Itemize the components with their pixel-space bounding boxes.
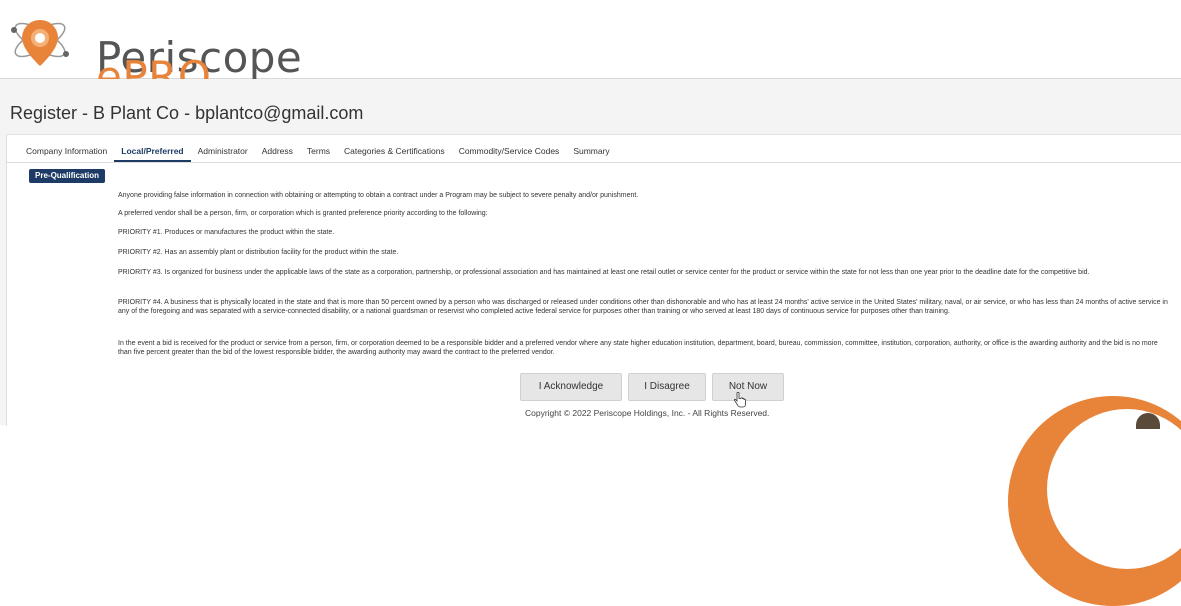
acknowledge-button[interactable]: I Acknowledge <box>520 373 622 401</box>
paragraph-priority-4: PRIORITY #4. A business that is physical… <box>118 299 1168 315</box>
tab-divider <box>7 162 1181 163</box>
tab-local-preferred[interactable]: Local/Preferred <box>114 143 191 162</box>
tab-commodity-service-codes[interactable]: Commodity/Service Codes <box>452 143 567 163</box>
hand-pointer-icon <box>733 392 746 408</box>
copyright-text: Copyright © 2022 Periscope Holdings, Inc… <box>525 408 770 418</box>
tab-categories-certifications[interactable]: Categories & Certifications <box>337 143 452 163</box>
disagree-button[interactable]: I Disagree <box>628 373 706 401</box>
tab-summary[interactable]: Summary <box>566 143 616 163</box>
paragraph-priority-2: PRIORITY #2. Has an assembly plant or di… <box>118 249 399 256</box>
paragraph-definition: A preferred vendor shall be a person, fi… <box>118 210 488 217</box>
main-content: Register - B Plant Co - bplantco@gmail.c… <box>0 79 1181 426</box>
paragraph-priority-3: PRIORITY #3. Is organized for business u… <box>118 269 1090 276</box>
paragraph-priority-1: PRIORITY #1. Produces or manufactures th… <box>118 229 335 236</box>
periscope-logo-icon <box>11 20 69 66</box>
tab-company-information[interactable]: Company Information <box>19 143 114 163</box>
tab-administrator[interactable]: Administrator <box>191 143 255 163</box>
tab-terms[interactable]: Terms <box>300 143 337 163</box>
not-now-button[interactable]: Not Now <box>712 373 784 401</box>
tab-address[interactable]: Address <box>255 143 300 163</box>
paragraph-award: In the event a bid is received for the p… <box>118 340 1158 356</box>
app-header: Periscope ePRO <box>0 0 1181 101</box>
registration-tabs: Company Information Local/Preferred Admi… <box>19 143 617 163</box>
registration-panel: Company Information Local/Preferred Admi… <box>6 134 1181 426</box>
paragraph-warning: Anyone providing false information in co… <box>118 192 639 199</box>
prequalification-badge: Pre-Qualification <box>29 169 106 183</box>
page-title: Register - B Plant Co - bplantco@gmail.c… <box>10 103 364 123</box>
